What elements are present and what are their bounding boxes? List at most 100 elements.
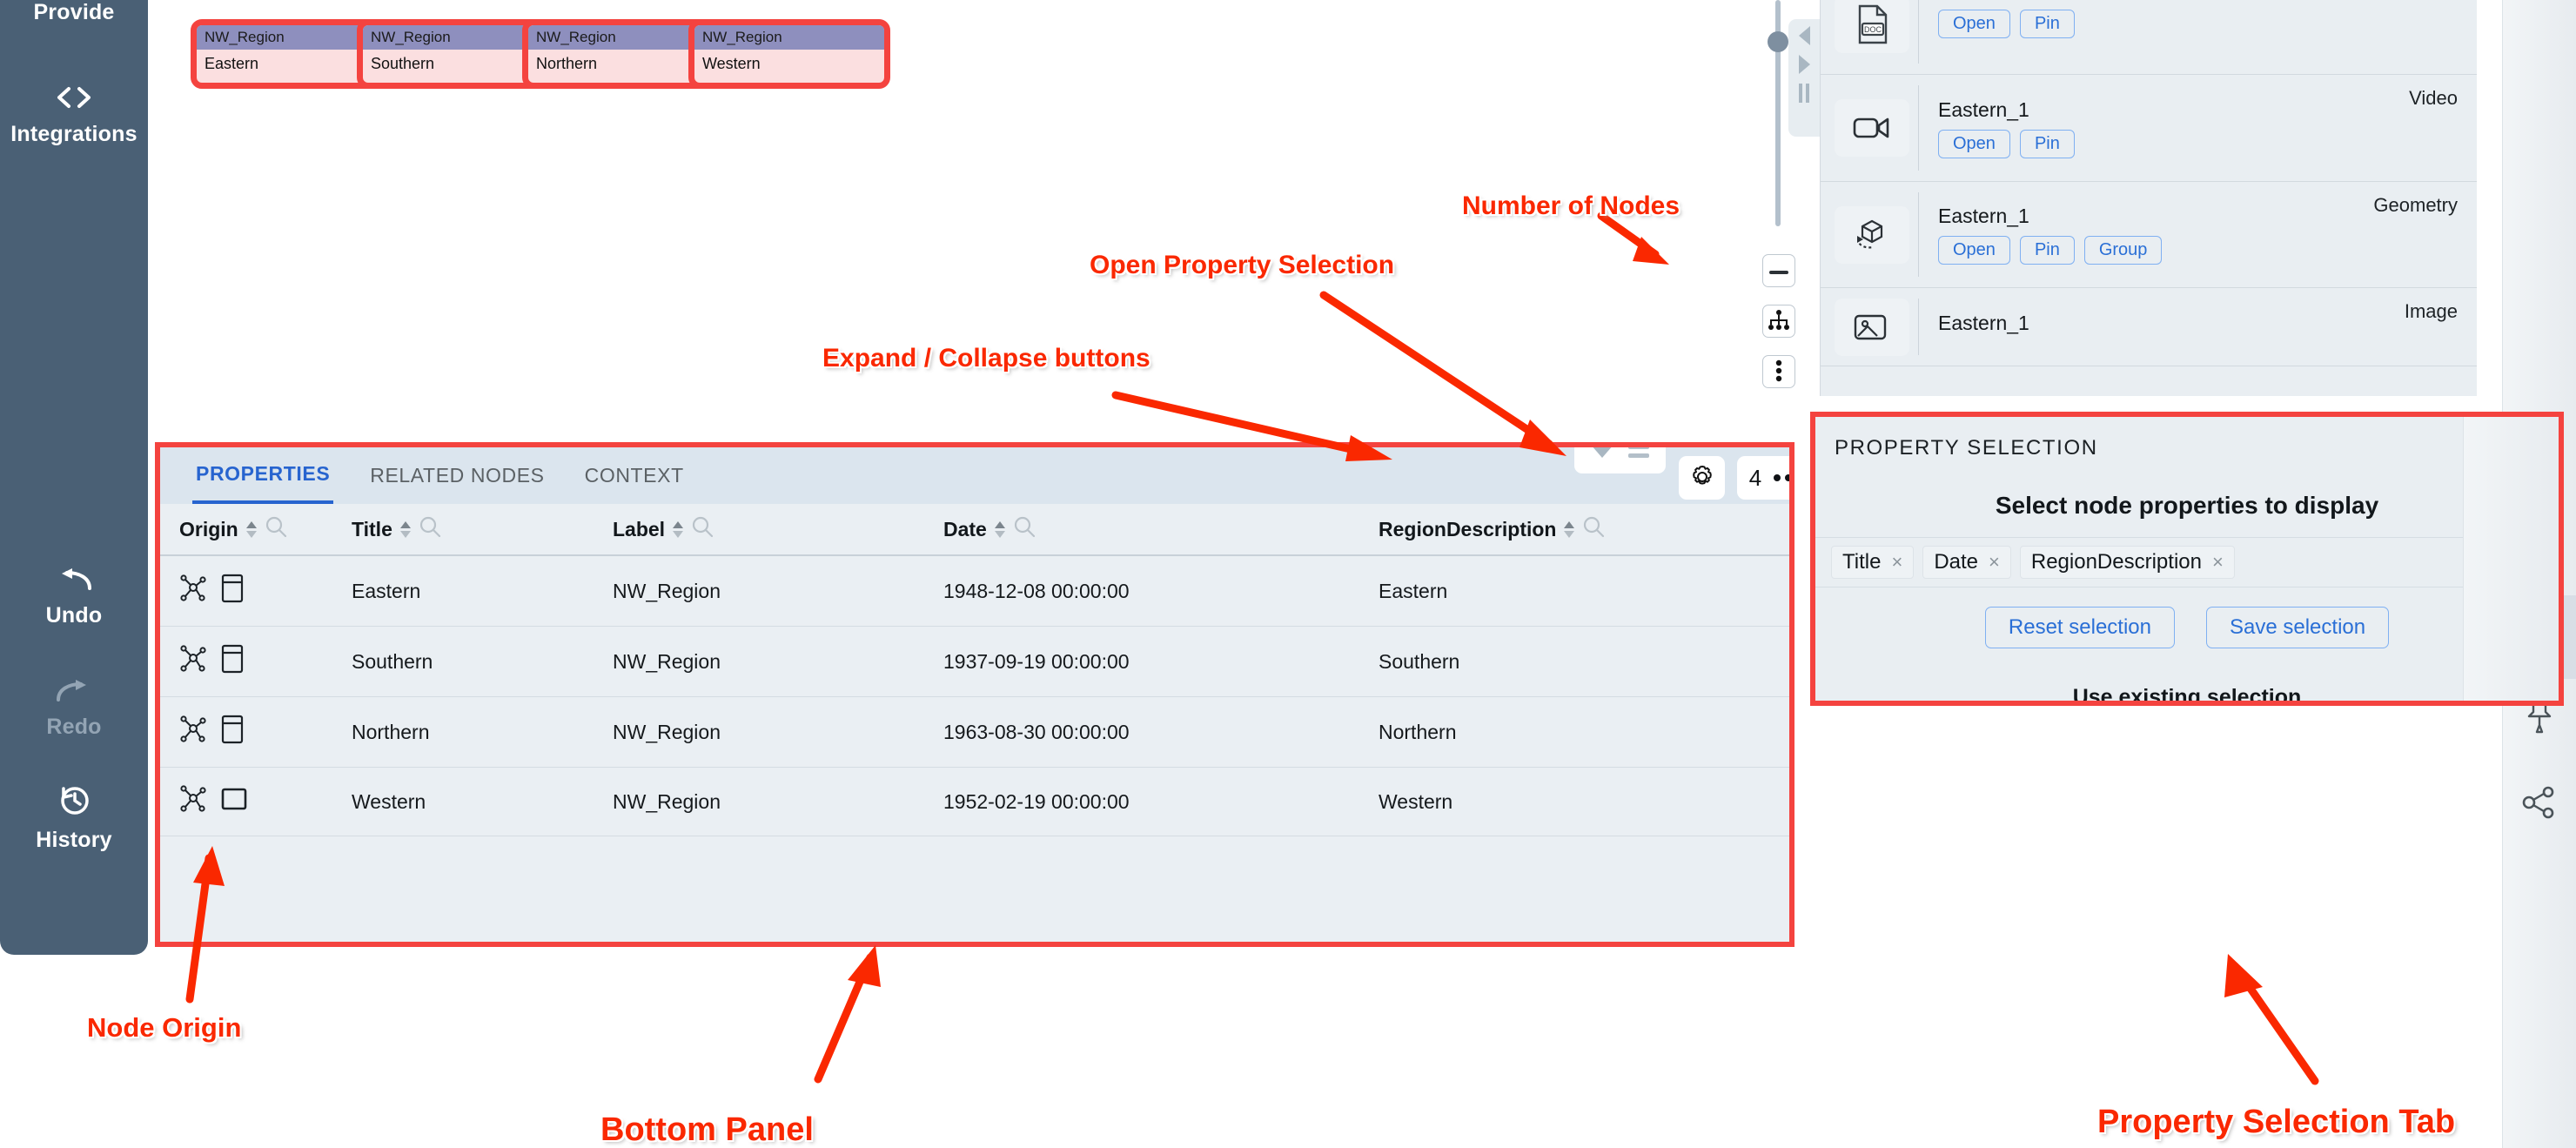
table-row[interactable]: Northern NW_Region 1963-08-30 00:00:00 N… bbox=[160, 696, 1789, 768]
sort-icon[interactable] bbox=[245, 520, 257, 538]
cell-origin[interactable] bbox=[160, 696, 352, 768]
cell-origin[interactable] bbox=[160, 626, 352, 697]
cell-label: NW_Region bbox=[613, 696, 943, 768]
expand-collapse-buttons[interactable] bbox=[1574, 447, 1666, 473]
close-icon[interactable]: × bbox=[2212, 551, 2224, 574]
hierarchy-layout-icon bbox=[1768, 309, 1790, 333]
cell-label: NW_Region bbox=[613, 767, 943, 836]
tree-layout-button[interactable] bbox=[1762, 305, 1795, 338]
column-header-date[interactable]: Date bbox=[943, 504, 1379, 556]
search-icon[interactable] bbox=[419, 515, 441, 543]
search-icon[interactable] bbox=[1582, 515, 1605, 543]
zoom-slider-thumb[interactable] bbox=[1768, 31, 1788, 52]
collapse-triangle-icon[interactable] bbox=[1590, 447, 1613, 458]
graph-node[interactable]: NW_Region Western bbox=[688, 19, 890, 89]
list-item[interactable]: Eastern_1 Open Pin Video bbox=[1821, 75, 2477, 182]
code-brackets-icon bbox=[0, 84, 148, 115]
cell-label: NW_Region bbox=[613, 626, 943, 697]
sidebar-item-redo: Redo bbox=[0, 679, 148, 740]
column-header-regiondescription[interactable]: RegionDescription bbox=[1379, 504, 1789, 556]
rail-button-share[interactable] bbox=[2503, 762, 2576, 846]
open-button[interactable]: Open bbox=[1938, 129, 2010, 158]
annotation-bottom-panel: Bottom Panel bbox=[600, 1111, 814, 1148]
cell-title: Eastern bbox=[352, 555, 613, 627]
clock-history-icon bbox=[0, 783, 148, 821]
sidebar-item-history[interactable]: History bbox=[0, 783, 148, 853]
more-vertical-icon bbox=[1775, 359, 1782, 385]
zoom-out-button[interactable] bbox=[1762, 254, 1795, 287]
sidebar-item-label: Integrations bbox=[10, 122, 138, 146]
expand-right-icon[interactable] bbox=[1798, 55, 1810, 74]
property-selection-panel[interactable]: PROPERTY SELECTION Select node propertie… bbox=[1810, 412, 2564, 706]
open-button[interactable]: Open bbox=[1938, 10, 2010, 38]
property-chip-regiondescription[interactable]: RegionDescription × bbox=[2019, 546, 2235, 579]
sort-icon[interactable] bbox=[399, 520, 411, 538]
sidebar-item-undo[interactable]: Undo bbox=[0, 567, 148, 628]
zoom-out-icon bbox=[1769, 265, 1788, 278]
result-list-panel[interactable]: DOC Open Pin Eastern_1 Open Pin Video Ea… bbox=[1820, 0, 2477, 396]
use-existing-selection-label: Use existing selection bbox=[2072, 685, 2302, 701]
node-count-left: 4 bbox=[1748, 464, 1762, 491]
table-row[interactable]: Eastern NW_Region 1948-12-08 00:00:00 Ea… bbox=[160, 555, 1789, 627]
save-selection-button[interactable]: Save selection bbox=[2206, 607, 2390, 648]
list-item-type: Image bbox=[2404, 300, 2458, 322]
search-icon[interactable] bbox=[691, 515, 714, 543]
graph-node-title: Western bbox=[702, 55, 761, 72]
properties-table[interactable]: Origin Title Label Date RegionDescriptio… bbox=[160, 504, 1789, 836]
cell-label: NW_Region bbox=[613, 555, 943, 627]
tab-properties[interactable]: PROPERTIES bbox=[192, 447, 334, 504]
open-property-selection-button[interactable] bbox=[1679, 456, 1725, 500]
close-icon[interactable]: × bbox=[1891, 551, 1902, 574]
collapse-left-icon[interactable] bbox=[1798, 26, 1810, 45]
column-label: Origin bbox=[179, 517, 238, 540]
tab-context[interactable]: CONTEXT bbox=[581, 447, 688, 504]
svg-text:DOC: DOC bbox=[1864, 25, 1882, 34]
tab-related-nodes[interactable]: RELATED NODES bbox=[366, 447, 547, 504]
selected-properties-row[interactable]: Title × Date × RegionDescription × bbox=[1815, 537, 2559, 587]
zoom-slider[interactable] bbox=[1768, 0, 1788, 226]
node-count-indicator[interactable]: 4 4 bbox=[1737, 456, 1789, 500]
list-item[interactable]: Eastern_1 Open Pin Group Geometry bbox=[1821, 182, 2477, 288]
table-header-row: Origin Title Label Date RegionDescriptio… bbox=[160, 504, 1789, 556]
drag-handle-icon[interactable] bbox=[1799, 84, 1809, 103]
redo-arrow-icon bbox=[0, 679, 148, 708]
open-button[interactable]: Open bbox=[1938, 236, 2010, 265]
list-item[interactable]: DOC Open Pin bbox=[1821, 0, 2477, 75]
cell-origin[interactable] bbox=[160, 767, 352, 836]
cell-title: Western bbox=[352, 767, 613, 836]
property-chip-date[interactable]: Date × bbox=[1922, 546, 2011, 579]
sidebar-item-provide[interactable]: Provide bbox=[0, 0, 148, 25]
table-row[interactable]: Western NW_Region 1952-02-19 00:00:00 We… bbox=[160, 767, 1789, 836]
more-options-button[interactable] bbox=[1762, 355, 1795, 388]
pin-button[interactable]: Pin bbox=[2019, 129, 2075, 158]
cell-title: Northern bbox=[352, 696, 613, 768]
annotation-number-of-nodes: Number of Nodes bbox=[1462, 191, 1680, 220]
video-camera-icon bbox=[1835, 99, 1909, 157]
sort-icon[interactable] bbox=[994, 520, 1005, 538]
sort-icon[interactable] bbox=[673, 520, 684, 538]
sidebar-item-integrations[interactable]: Integrations bbox=[0, 84, 148, 147]
panel-collapse-strip[interactable] bbox=[1788, 19, 1820, 137]
column-header-origin[interactable]: Origin bbox=[160, 504, 352, 556]
column-header-label[interactable]: Label bbox=[613, 504, 943, 556]
bottom-panel[interactable]: PROPERTIES RELATED NODES CONTEXT 4 4 Ori… bbox=[155, 442, 1794, 947]
search-icon[interactable] bbox=[1013, 515, 1036, 543]
property-chip-title[interactable]: Title × bbox=[1831, 546, 1915, 579]
table-row[interactable]: Southern NW_Region 1937-09-19 00:00:00 S… bbox=[160, 626, 1789, 697]
close-icon[interactable]: × bbox=[1989, 551, 2000, 574]
sidebar-item-label: History bbox=[36, 828, 112, 852]
equal-rows-icon[interactable] bbox=[1628, 447, 1650, 458]
reset-selection-button[interactable]: Reset selection bbox=[1984, 607, 2175, 648]
divider bbox=[1918, 0, 1919, 64]
property-selection-rail-overlay bbox=[2463, 417, 2559, 701]
sort-icon[interactable] bbox=[1564, 520, 1575, 538]
search-icon[interactable] bbox=[265, 515, 287, 543]
list-item-title: Eastern_1 bbox=[1938, 205, 2029, 227]
list-item[interactable]: Eastern_1 Image bbox=[1821, 288, 2477, 366]
pin-button[interactable]: Pin bbox=[2019, 236, 2075, 265]
cell-origin[interactable] bbox=[160, 555, 352, 627]
column-header-title[interactable]: Title bbox=[352, 504, 613, 556]
group-button[interactable]: Group bbox=[2083, 236, 2163, 265]
bottom-panel-tabs[interactable]: PROPERTIES RELATED NODES CONTEXT 4 4 bbox=[160, 447, 1789, 504]
pin-button[interactable]: Pin bbox=[2019, 10, 2075, 38]
